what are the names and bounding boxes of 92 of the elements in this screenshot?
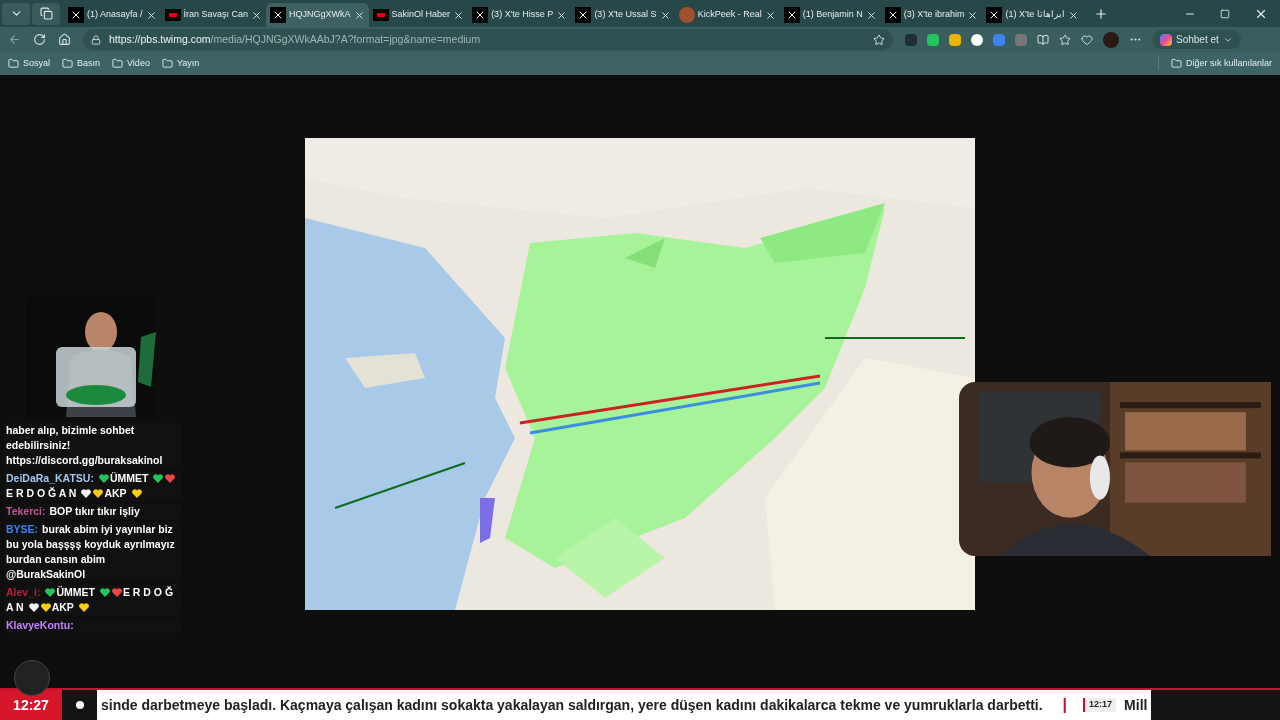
message-text: AKP — [104, 486, 127, 501]
reading-view-icon[interactable] — [1037, 33, 1049, 46]
message-text: BOP tıkır tıkır işliy — [49, 504, 140, 519]
chat-username: Tekerci: — [6, 504, 46, 519]
ticker-headline: sinde darbetmeye başladı. Kaçmaya çalışan kadını sokakta yakalayan saldırgan, yere düşen kadını dakikalarca tekme ve yumruklarla darbetti. — [101, 695, 1043, 715]
avatar-icon — [678, 7, 695, 23]
tab-title: (3) X'te Ussal S — [594, 8, 657, 22]
message-text: bu yola başşşş koyduk ayrılmayız — [6, 537, 175, 552]
x-logo-icon — [986, 7, 1003, 23]
message-text: @BurakSakinOl — [6, 567, 86, 582]
message-text: AKP — [51, 600, 74, 615]
x-logo-icon — [884, 7, 901, 23]
bookmark-folder[interactable]: Sosyal — [8, 56, 50, 71]
reload-icon[interactable] — [33, 33, 46, 46]
chat-username: KlavyeKontu: — [6, 618, 74, 633]
message-text: E R D O Ğ A N — [6, 486, 77, 501]
browser-tab[interactable]: (1) X'te ابراهاتا — [982, 3, 1083, 27]
tab-title: KickPeek - Real — [697, 8, 762, 22]
ticker-time: 12:17 — [1083, 698, 1117, 712]
browser-tab[interactable]: (1) Benjamin N — [779, 3, 881, 27]
chat-username: BYSE: — [6, 522, 39, 537]
folder-icon — [112, 58, 124, 69]
message-text: A N — [6, 600, 24, 615]
channel-logo-icon — [372, 9, 389, 21]
url-text: https://pbs.twimg.com/media/HQJNGgXWkAAbJ?A?format=jpg&name=medium — [109, 31, 482, 47]
x-logo-icon — [68, 7, 84, 23]
folder-icon — [62, 58, 73, 69]
tab-actions-button[interactable] — [2, 2, 30, 25]
favorites-icon[interactable] — [1059, 33, 1071, 46]
close-icon[interactable] — [1067, 9, 1079, 21]
close-icon[interactable] — [764, 9, 776, 21]
browser-tab[interactable]: (3) X'te ibrahim — [880, 3, 983, 27]
channel-logo-icon — [164, 9, 181, 21]
x-logo-icon — [783, 7, 800, 23]
message-text: burak abim iyi yayınlar biz — [42, 522, 173, 537]
heart-icon[interactable] — [1081, 33, 1093, 46]
x-logo-icon — [472, 7, 489, 23]
favorite-star-icon[interactable] — [873, 33, 885, 46]
bookmark-folder[interactable]: Diğer sık kullanılanlar — [1157, 56, 1272, 71]
close-icon[interactable] — [145, 9, 157, 21]
browser-tab[interactable]: SakinOl Haber — [368, 3, 469, 27]
tab-title: (3) X'te ibrahim — [903, 8, 965, 22]
chat-username: DeiDaRa_KATSU: — [6, 471, 94, 486]
bookmark-folder[interactable]: Basın — [62, 56, 101, 71]
message-text: ÜMMET — [109, 471, 149, 486]
tab-title: İran Savaşı Can — [183, 8, 249, 22]
extension-icon[interactable] — [971, 33, 983, 46]
extension-icon[interactable] — [949, 33, 961, 46]
chat-username: Alev_i: — [6, 585, 41, 600]
x-logo-icon — [270, 7, 287, 23]
address-field[interactable]: https://pbs.twimg.com/media/HQJNGgXWkAAbJ?A?format=jpg&name=medium — [83, 29, 893, 50]
close-icon[interactable] — [556, 9, 568, 21]
bookmark-folder[interactable]: Yayın — [161, 56, 200, 71]
bookmark-folder[interactable]: Video — [112, 56, 150, 71]
browser-tab[interactable]: KickPeek - Real — [674, 3, 780, 27]
tab-title: HQJNGgXWkA — [289, 8, 351, 22]
lock-icon — [91, 34, 101, 45]
folder-icon — [1170, 58, 1182, 69]
message-text: E R D O Ğ — [122, 585, 174, 600]
browser-tab[interactable]: İran Savaşı Can — [160, 3, 267, 27]
plus-icon — [1093, 6, 1108, 21]
close-icon[interactable] — [453, 9, 465, 21]
browser-tab[interactable]: (3) X'te Ussal S — [571, 3, 675, 27]
tab-title: (1) Benjamin N — [802, 8, 863, 22]
message-text: haber alıp, bizimle sohbet edebilirsiniz! https://discord.gg/buraksakinol — [6, 424, 163, 466]
close-icon[interactable] — [251, 9, 263, 21]
ticker-separator: | — [1062, 695, 1068, 715]
browser-tab[interactable]: (3) X'te Hisse P — [468, 3, 572, 27]
copilot-logo-icon — [1160, 33, 1172, 46]
copilot-button[interactable]: Sohbet et — [1152, 30, 1241, 49]
close-icon[interactable] — [967, 9, 979, 21]
close-icon[interactable] — [659, 9, 671, 21]
x-logo-icon — [575, 7, 592, 23]
browser-tab[interactable]: (1) Anasayfa / — [64, 3, 161, 27]
tab-title: (1) X'te ابراهاتا — [1005, 8, 1065, 22]
browser-tab[interactable]: HQJNGgXWkA — [266, 3, 369, 27]
workspaces-button[interactable] — [32, 2, 60, 25]
message-text: burdan cansın abim — [6, 552, 106, 567]
close-icon[interactable] — [865, 9, 877, 21]
tab-title: SakinOl Haber — [391, 8, 451, 22]
copy-icon — [39, 7, 53, 20]
restore-icon[interactable] — [1220, 8, 1230, 19]
tab-title: (3) X'te Hisse P — [491, 8, 554, 22]
extension-icon[interactable] — [927, 33, 939, 46]
message-text: ÜMMET — [56, 585, 95, 600]
tab-title: (1) Anasayfa / — [87, 8, 143, 22]
ticker-headline: Mill — [1124, 695, 1148, 715]
home-icon[interactable] — [58, 33, 71, 46]
folder-icon — [8, 58, 19, 69]
close-icon[interactable] — [353, 9, 365, 21]
folder-icon — [161, 58, 173, 69]
stream-logo-icon — [14, 660, 50, 696]
